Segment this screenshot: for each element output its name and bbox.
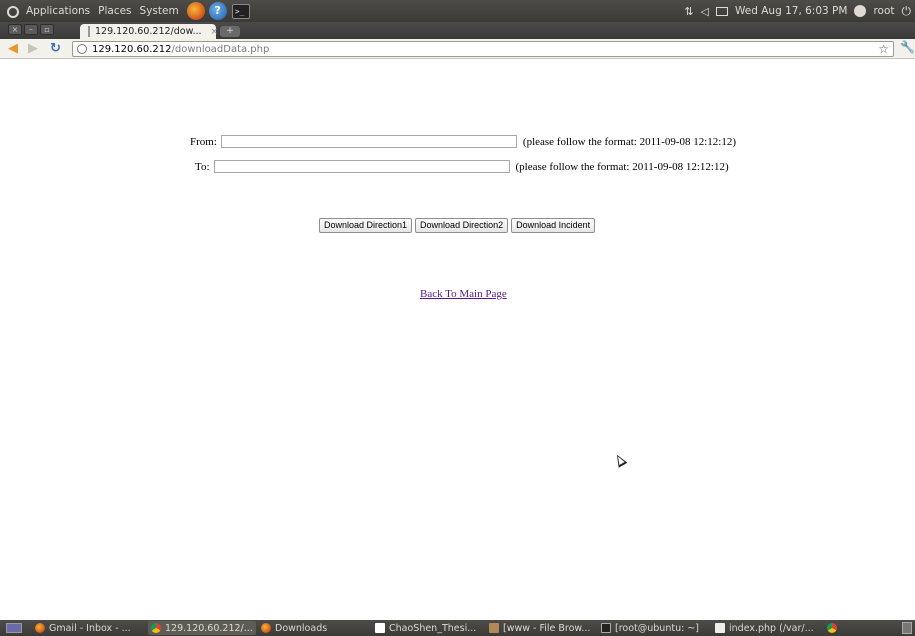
taskbar-item-index-php[interactable]: index.php (/var/... <box>712 621 822 635</box>
to-format-hint: (please follow the format: 2011-09-08 12… <box>515 160 729 173</box>
taskbar-label: Downloads <box>275 622 328 634</box>
taskbar-label: ChaoShen_Thesi... <box>389 622 477 634</box>
user-icon[interactable] <box>854 5 867 17</box>
window-restore-icon[interactable]: ▫ <box>40 24 54 35</box>
places-menu[interactable]: Places <box>94 5 135 17</box>
folder-icon <box>489 623 499 633</box>
volume-icon[interactable]: ◁ <box>701 5 709 18</box>
download-buttons: Download Direction1 Download Direction2 … <box>319 218 596 233</box>
to-label: To: <box>195 160 210 173</box>
show-desktop-icon[interactable] <box>6 623 22 633</box>
back-to-main-link[interactable]: Back To Main Page <box>420 288 507 300</box>
firefox-icon <box>35 623 45 633</box>
wrench-menu-icon[interactable]: 🔧 <box>900 40 915 54</box>
url-path: /downloadData.php <box>171 43 270 55</box>
taskbar-item-terminal[interactable]: [root@ubuntu: ~] <box>598 621 710 635</box>
new-tab-button[interactable]: + <box>220 26 240 37</box>
from-label: From: <box>190 135 217 148</box>
bottom-taskbar: Gmail - Inbox - ... 129.120.60.212/... D… <box>0 620 915 636</box>
tab-title: 129.120.60.212/dow... <box>95 26 202 37</box>
taskbar-item-downloads[interactable]: Downloads <box>258 621 370 635</box>
page-info-icon[interactable] <box>77 44 87 54</box>
tab-close-icon[interactable]: × <box>211 27 219 37</box>
ubuntu-logo-icon[interactable] <box>4 3 20 19</box>
network-icon[interactable]: ⇅ <box>684 5 693 18</box>
browser-tab-strip: × – ▫ 129.120.60.212/dow... × + <box>0 22 915 39</box>
page-icon <box>88 26 90 37</box>
taskbar-label: [www - File Brow... <box>503 622 591 634</box>
to-row: To: (please follow the format: 2011-09-0… <box>195 160 729 173</box>
system-menu[interactable]: System <box>136 5 183 17</box>
taskbar-item-file-browser[interactable]: [www - File Brow... <box>486 621 598 635</box>
taskbar-label: [root@ubuntu: ~] <box>615 622 699 634</box>
window-close-icon[interactable]: × <box>8 24 22 35</box>
trash-icon[interactable] <box>902 622 912 634</box>
taskbar-item-chrome[interactable] <box>824 621 894 635</box>
download-incident-button[interactable]: Download Incident <box>511 218 596 233</box>
clock[interactable]: Wed Aug 17, 6:03 PM <box>735 5 847 17</box>
from-input[interactable] <box>220 135 517 148</box>
back-arrow-icon[interactable]: ◀ <box>8 41 18 57</box>
download-direction1-button[interactable]: Download Direction1 <box>319 218 413 233</box>
taskbar-item-chrome-page[interactable]: 129.120.60.212/... <box>148 621 256 635</box>
tab-current[interactable]: 129.120.60.212/dow... × <box>80 24 219 39</box>
power-icon[interactable]: ⏻ <box>902 4 912 19</box>
taskbar-label: index.php (/var/... <box>729 622 814 634</box>
page-content: From: (please follow the format: 2011-09… <box>0 60 915 620</box>
document-icon <box>375 623 385 633</box>
user-name[interactable]: root <box>873 5 894 17</box>
terminal-icon <box>601 623 611 633</box>
taskbar-label: Gmail - Inbox - ... <box>49 622 131 634</box>
bookmark-star-icon[interactable]: ☆ <box>878 42 889 56</box>
address-bar[interactable]: 129.120.60.212 /downloadData.php ☆ <box>72 41 894 57</box>
terminal-launcher-icon[interactable]: >_ <box>231 3 250 19</box>
chrome-icon <box>151 623 161 633</box>
forward-arrow-icon[interactable]: ▶ <box>28 41 38 57</box>
panel-right: ⇅ ◁ Wed Aug 17, 6:03 PM root ⏻ <box>684 0 911 22</box>
text-editor-icon <box>715 623 725 633</box>
from-row: From: (please follow the format: 2011-09… <box>190 135 736 148</box>
taskbar-item-thesis[interactable]: ChaoShen_Thesi... <box>372 621 484 635</box>
taskbar-item-gmail[interactable]: Gmail - Inbox - ... <box>32 621 144 635</box>
to-input[interactable] <box>213 160 510 173</box>
top-panel: Applications Places System ? >_ ⇅ ◁ Wed … <box>0 0 915 22</box>
download-direction2-button[interactable]: Download Direction2 <box>415 218 509 233</box>
chrome-icon <box>827 623 837 633</box>
help-launcher-icon[interactable]: ? <box>208 2 227 20</box>
taskbar-label: 129.120.60.212/... <box>165 622 253 634</box>
panel-left: Applications Places System ? >_ <box>0 0 250 22</box>
firefox-icon <box>261 623 271 633</box>
from-format-hint: (please follow the format: 2011-09-08 12… <box>522 135 737 148</box>
url-host: 129.120.60.212 <box>92 43 172 55</box>
firefox-launcher-icon[interactable] <box>186 2 205 20</box>
window-minimize-icon[interactable]: – <box>24 24 38 35</box>
browser-toolbar: ◀ ▶ ↻ 129.120.60.212 /downloadData.php ☆… <box>0 39 915 59</box>
applications-menu[interactable]: Applications <box>22 5 94 17</box>
reload-icon[interactable]: ↻ <box>50 41 61 57</box>
mail-icon[interactable] <box>716 6 729 16</box>
